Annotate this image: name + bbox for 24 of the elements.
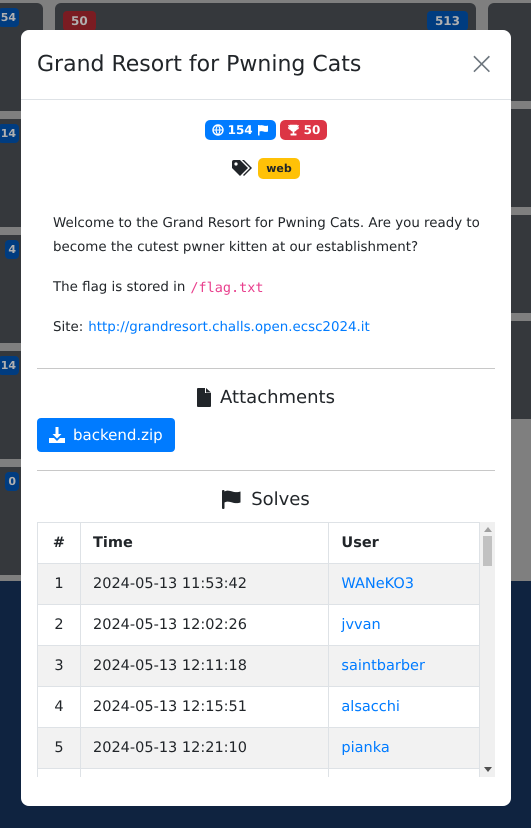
table-cell: 5 [38,728,80,768]
solves-badge: 14 [0,356,19,375]
flag-location-text: The flag is stored in [53,279,186,297]
table-cell: 2024-05-13 12:21:10 [80,728,329,768]
solves-badge: 513 [426,11,468,31]
solves-count: 154 [228,123,253,137]
section-heading: Attachments [220,387,335,408]
solves-badge: 4 [5,240,19,259]
site-label: Site: [53,319,84,337]
flag-path: /flag.txt [190,279,264,298]
points-badge: 50 [63,11,96,31]
description-text: Welcome to the Grand Resort for Pwning Cats. Are you ready to become the cutest pwner kitten at our establishment? [53,215,481,257]
section-heading: Solves [251,489,310,510]
column-header: # [38,522,80,564]
table-cell: 3 [38,646,80,686]
solves-badge: 14 [0,124,19,143]
solves-badge: 54 [0,8,19,27]
points-value: 50 [304,123,320,137]
table-cell: 1 [38,564,80,604]
dialog-title: Grand Resort for Pwning Cats [37,52,362,77]
table-cell: 2024-05-13 11:53:42 [80,564,329,604]
column-header: Time [80,522,329,564]
table-cell: 2024-05-13 12:11:18 [80,646,329,686]
solves-badge: 0 [5,472,19,491]
